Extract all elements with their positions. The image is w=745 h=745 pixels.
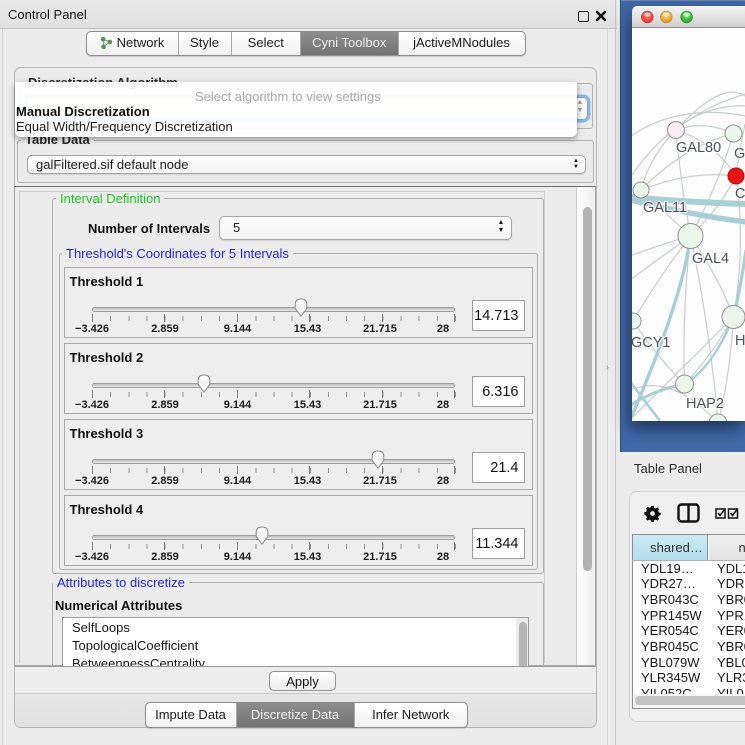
- svg-text:GAL80: GAL80: [676, 140, 721, 156]
- svg-text:GAL11: GAL11: [643, 200, 687, 216]
- svg-text:GAL4: GAL4: [692, 251, 729, 267]
- svg-text:HAP2: HAP2: [686, 396, 724, 412]
- svg-text:C: C: [735, 186, 745, 202]
- svg-text:HI: HI: [735, 333, 745, 349]
- svg-text:GA: GA: [734, 146, 745, 162]
- svg-text:GCY1: GCY1: [632, 335, 671, 351]
